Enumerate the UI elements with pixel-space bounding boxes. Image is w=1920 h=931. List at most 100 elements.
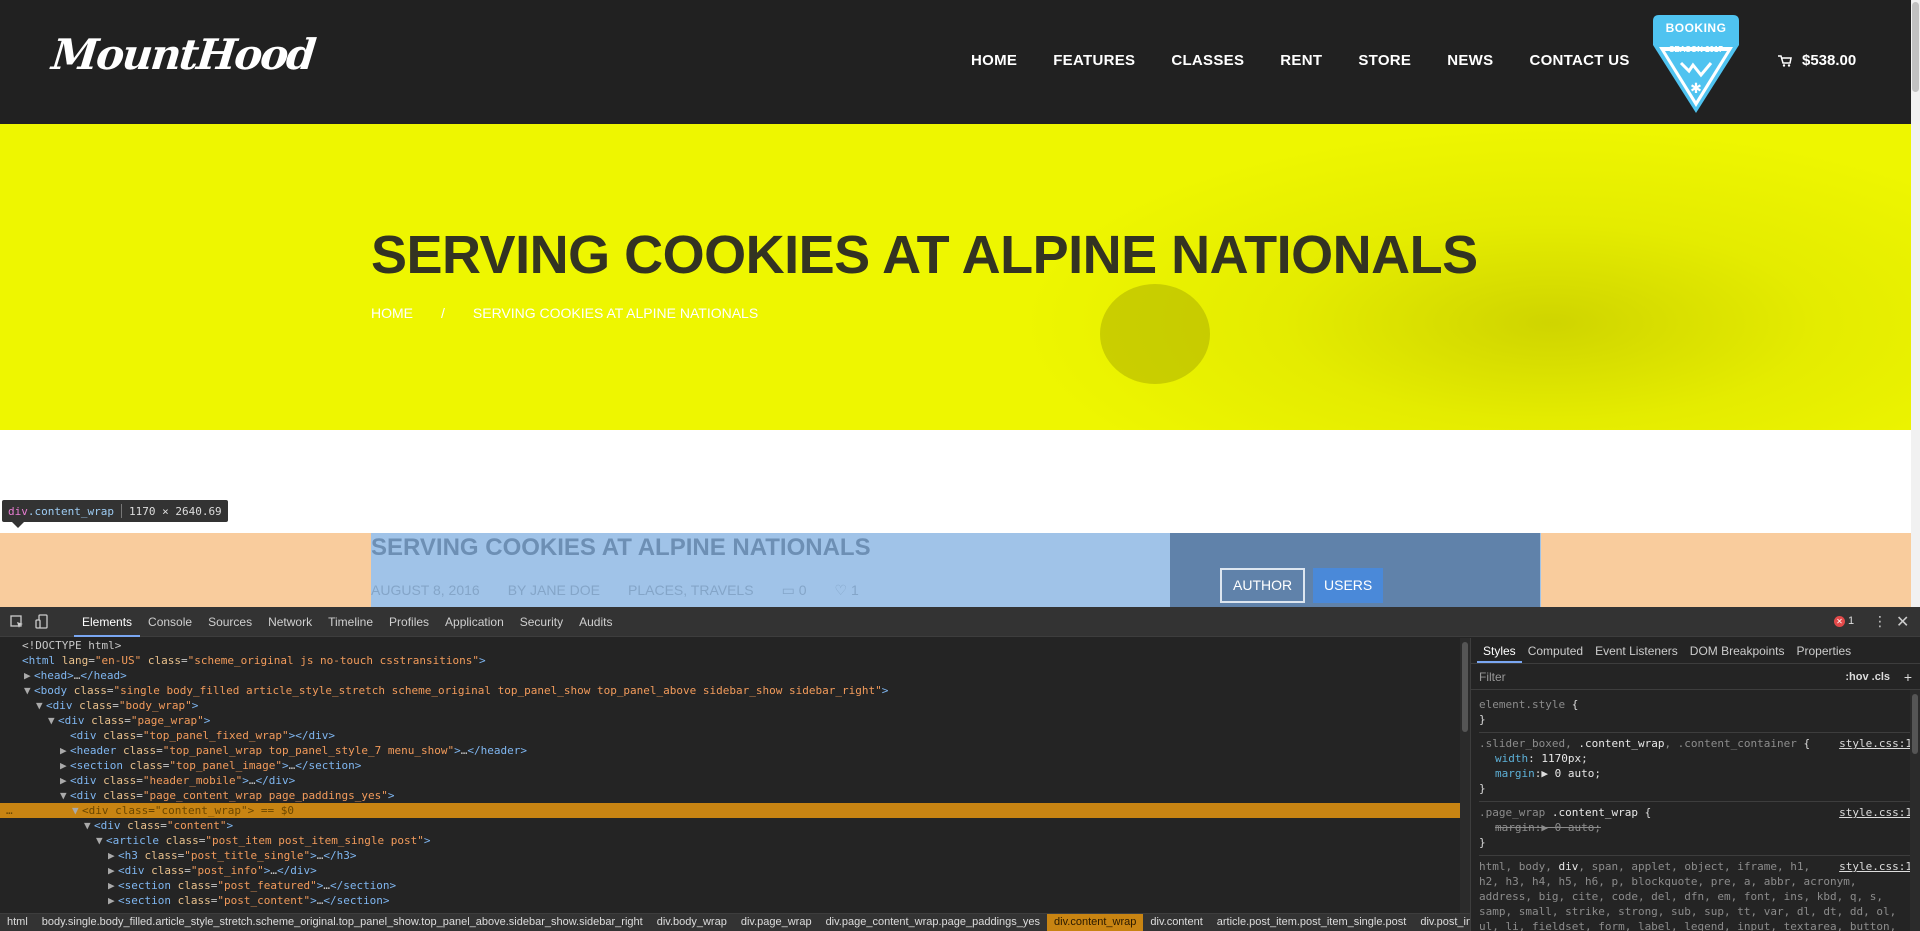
post-author[interactable]: BY JANE DOE — [508, 582, 600, 599]
collapse-triangle-icon[interactable]: ▼ — [96, 833, 106, 848]
expand-triangle-icon[interactable]: ▶ — [108, 848, 118, 863]
collapse-triangle-icon[interactable]: ▼ — [36, 698, 46, 713]
expand-triangle-icon[interactable]: ▶ — [108, 863, 118, 878]
element-breadcrumb[interactable]: html — [0, 914, 35, 931]
tab-security[interactable]: Security — [512, 607, 571, 637]
element-breadcrumb[interactable]: body.single.body_filled.article_style_st… — [35, 914, 650, 931]
expand-triangle-icon[interactable]: ▶ — [24, 668, 34, 683]
tab-audits[interactable]: Audits — [571, 607, 620, 637]
post-date[interactable]: AUGUST 8, 2016 — [371, 582, 480, 599]
tab-elements[interactable]: Elements — [74, 607, 141, 637]
dom-node-line[interactable]: <!DOCTYPE html> — [0, 638, 1460, 653]
nav-rent[interactable]: RENT — [1280, 52, 1322, 69]
style-rule-reset[interactable]: style.css:1 html, body, div, span, apple… — [1479, 856, 1912, 931]
cart-button[interactable]: $538.00 — [1778, 52, 1856, 69]
dom-node-markup: <div class="page_content_wrap page_paddi… — [70, 789, 395, 802]
tab-timeline[interactable]: Timeline — [320, 607, 381, 637]
page-scrollbar[interactable] — [1911, 0, 1920, 607]
element-breadcrumb[interactable]: div.body_wrap — [650, 914, 734, 931]
dom-node-line[interactable]: ▼ <article class="post_item post_item_sin… — [0, 833, 1460, 848]
nav-classes[interactable]: CLASSES — [1171, 52, 1244, 69]
collapse-triangle-icon[interactable]: ▼ — [60, 788, 70, 803]
post-categories[interactable]: PLACES, TRAVELS — [628, 582, 754, 599]
inspect-element-icon[interactable] — [9, 614, 25, 630]
expand-triangle-icon[interactable]: ▶ — [108, 893, 118, 908]
dom-tree-scrollbar-thumb[interactable] — [1462, 642, 1468, 732]
collapse-triangle-icon[interactable]: ▼ — [84, 818, 94, 833]
nav-features[interactable]: FEATURES — [1053, 52, 1135, 69]
styles-scrollbar-thumb[interactable] — [1912, 694, 1918, 754]
style-rule-page-wrap[interactable]: style.css:1 .page_wrap .content_wrap { m… — [1479, 802, 1912, 856]
expand-triangle-icon[interactable]: ▶ — [60, 743, 70, 758]
dom-tree[interactable]: <!DOCTYPE html> <html lang="en-US" class=… — [0, 638, 1460, 913]
collapse-triangle-icon[interactable]: ▼ — [72, 803, 82, 818]
dom-node-line[interactable]: ▼ <div class="body_wrap"> — [0, 698, 1460, 713]
tab-network[interactable]: Network — [260, 607, 320, 637]
breadcrumb: HOME / SERVING COOKIES AT ALPINE NATIONA… — [371, 305, 758, 321]
collapse-triangle-icon[interactable]: ▼ — [48, 713, 58, 728]
main-nav: HOME FEATURES CLASSES RENT STORE NEWS CO… — [971, 52, 1630, 69]
tab-properties[interactable]: Properties — [1790, 638, 1857, 663]
hov-cls-toggles[interactable]: :hov .cls — [1845, 671, 1890, 683]
element-breadcrumb[interactable]: article.post_item.post_item_single.post — [1210, 914, 1414, 931]
dom-node-line[interactable]: ▶ <header class="top_panel_wrap top_panel… — [0, 743, 1460, 758]
post-comments[interactable]: ▭ 0 — [782, 582, 807, 599]
tab-console[interactable]: Console — [140, 607, 200, 637]
dom-node-line[interactable]: <html lang="en-US" class="scheme_origina… — [0, 653, 1460, 668]
dom-node-line[interactable]: ▶ <section class="post_content">…</sectio… — [0, 893, 1460, 908]
page-scrollbar-thumb[interactable] — [1912, 2, 1919, 92]
tab-computed[interactable]: Computed — [1522, 638, 1589, 663]
element-breadcrumb[interactable]: div.page_wrap — [734, 914, 819, 931]
post-likes[interactable]: ♡ 1 — [834, 582, 858, 599]
tab-profiles[interactable]: Profiles — [381, 607, 437, 637]
nav-news[interactable]: NEWS — [1447, 52, 1493, 69]
dom-node-line[interactable]: ▼ <div class="page_content_wrap page_padd… — [0, 788, 1460, 803]
tab-application[interactable]: Application — [437, 607, 512, 637]
site-logo[interactable]: MountHood — [49, 30, 316, 79]
tab-users[interactable]: USERS — [1313, 568, 1384, 603]
style-source-link[interactable]: style.css:1 — [1839, 736, 1912, 751]
dom-node-line[interactable]: ▼ <body class="single body_filled article… — [0, 683, 1460, 698]
selected-node-dots-icon[interactable]: … — [6, 803, 13, 818]
dom-node-line[interactable]: ▶ <section class="post_featured">…</secti… — [0, 878, 1460, 893]
element-breadcrumb[interactable]: div.content_wrap — [1047, 914, 1144, 931]
dom-node-line[interactable]: ▶ <section class="top_panel_image">…</sec… — [0, 758, 1460, 773]
expand-triangle-icon[interactable]: ▶ — [60, 758, 70, 773]
close-icon[interactable]: ✕ — [1896, 612, 1909, 632]
device-toolbar-icon[interactable] — [34, 614, 50, 630]
style-rule-content-wrap[interactable]: style.css:1 .slider_boxed, .content_wrap… — [1479, 733, 1912, 802]
collapse-triangle-icon[interactable]: ▼ — [24, 683, 34, 698]
tab-styles[interactable]: Styles — [1477, 638, 1522, 663]
dom-node-line[interactable]: ▼ <div class="content"> — [0, 818, 1460, 833]
styles-filter[interactable]: Filter :hov .cls + — [1471, 664, 1920, 690]
new-style-rule-button[interactable]: + — [1904, 669, 1912, 685]
nav-contact-us[interactable]: CONTACT US — [1529, 52, 1629, 69]
style-source-link[interactable]: style.css:1 — [1839, 859, 1912, 874]
dom-node-line[interactable]: … ▼ <div class="content_wrap"> == $0 — [0, 803, 1460, 818]
expand-triangle-icon[interactable]: ▶ — [108, 878, 118, 893]
dom-node-line[interactable]: ▼ <div class="page_wrap"> — [0, 713, 1460, 728]
style-source-link[interactable]: style.css:1 — [1839, 805, 1912, 820]
dom-node-line[interactable]: ▶ <div class="header_mobile">…</div> — [0, 773, 1460, 788]
nav-store[interactable]: STORE — [1358, 52, 1411, 69]
expand-triangle-icon[interactable]: ▶ — [60, 773, 70, 788]
dom-node-line[interactable]: <div class="top_panel_fixed_wrap"></div> — [0, 728, 1460, 743]
element-breadcrumb[interactable]: div.page_content_wrap.page_paddings_yes — [819, 914, 1047, 931]
dom-node-markup: <div class="content"> — [94, 819, 234, 832]
error-counter[interactable]: ✕ 1 — [1834, 615, 1854, 627]
element-breadcrumb[interactable]: div.content — [1143, 914, 1209, 931]
tab-sources[interactable]: Sources — [200, 607, 260, 637]
tab-author[interactable]: AUTHOR — [1220, 568, 1306, 603]
tab-dom-breakpoints[interactable]: DOM Breakpoints — [1684, 638, 1791, 663]
styles-scrollbar[interactable] — [1910, 690, 1920, 931]
more-options-icon[interactable]: ⋮ — [1873, 613, 1887, 630]
breadcrumb-home[interactable]: HOME — [371, 305, 413, 321]
dom-tree-scrollbar[interactable] — [1460, 638, 1470, 913]
style-rule-element[interactable]: element.style { } — [1479, 694, 1912, 733]
dom-node-line[interactable]: ▶ <h3 class="post_title_single">…</h3> — [0, 848, 1460, 863]
dom-node-line[interactable]: ▶ <div class="post_info">…</div> — [0, 863, 1460, 878]
dom-node-line[interactable]: ▶ <head>…</head> — [0, 668, 1460, 683]
tab-event-listeners[interactable]: Event Listeners — [1589, 638, 1684, 663]
booking-badge[interactable]: ✱ BOOKING SEASON 2017 — [1645, 15, 1747, 115]
nav-home[interactable]: HOME — [971, 52, 1017, 69]
